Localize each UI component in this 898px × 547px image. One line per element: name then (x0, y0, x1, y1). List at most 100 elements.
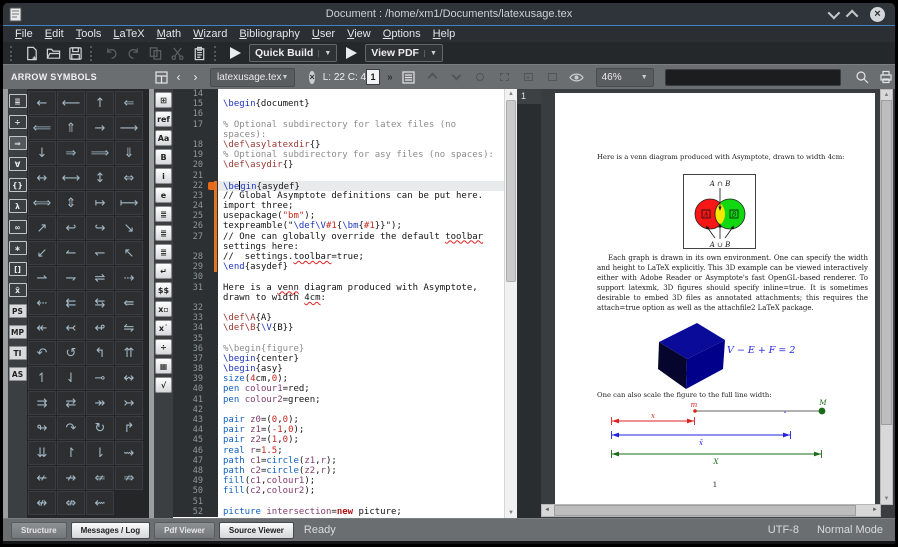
editor-line[interactable]: 33\def\A{A} (173, 313, 504, 323)
expand-pages-icon[interactable]: » (387, 72, 393, 83)
code-editor[interactable]: 1415\begin{document}1617% Optional subdi… (173, 89, 517, 518)
subscript-icon[interactable]: x▫ (155, 301, 172, 317)
arrow-symbol-button[interactable]: ⇁ (57, 266, 85, 290)
delimiters-icon[interactable]: {} (9, 178, 27, 192)
editor-line[interactable]: 45pair z2=(1,0); (173, 435, 504, 445)
open-file-icon[interactable] (43, 44, 63, 62)
editor-line[interactable]: 47path c1=circle(z1,r); (173, 456, 504, 466)
arrow-symbol-button[interactable]: ⇑ (57, 116, 85, 140)
scroll-down-icon[interactable]: ▼ (505, 508, 517, 518)
arrow-symbol-button[interactable]: ⇍ (86, 466, 114, 490)
redo-icon[interactable] (123, 44, 143, 62)
arrow-symbol-button[interactable]: ⇔ (115, 166, 143, 190)
editor-line[interactable]: 29\end{asydef} (173, 262, 504, 272)
editor-line[interactable]: 32 (173, 303, 504, 313)
pdf-page-list-item[interactable]: 1 (517, 89, 541, 104)
editor-line[interactable]: 15\begin{document} (173, 99, 504, 109)
pdf-hscrollbar-thumb[interactable] (554, 505, 856, 516)
pdf-viewer[interactable]: Here is a venn diagram produced with Asy… (541, 89, 895, 518)
arrow-symbol-button[interactable]: ⇢ (115, 266, 143, 290)
arrow-symbol-button[interactable]: ↺ (57, 341, 85, 365)
arrow-symbol-button[interactable]: ↱ (115, 416, 143, 440)
scroll-left-icon[interactable]: ◄ (542, 505, 552, 516)
editor-line[interactable]: 28// settings.toolbar=true; (173, 252, 504, 262)
arrow-symbol-button[interactable]: ⟺ (28, 191, 56, 215)
scroll-down-icon[interactable]: ▼ (881, 494, 892, 504)
quick-build-select[interactable]: Quick Build▼ (249, 44, 337, 62)
view-pdf-select[interactable]: View PDF▼ (365, 44, 443, 62)
editor-line[interactable]: 27// One can globally override the defau… (173, 232, 504, 242)
editor-line[interactable]: 21 (173, 171, 504, 181)
open-documents-select[interactable]: latexusage.tex▼ (210, 68, 295, 87)
copy-icon[interactable] (145, 44, 165, 62)
arrow-symbol-button[interactable]: ⇕ (57, 191, 85, 215)
menu-bibliography[interactable]: Bibliography (233, 28, 306, 40)
pdf-page-list[interactable]: 1 (517, 89, 541, 518)
arrow-symbol-button[interactable]: ↬ (28, 416, 56, 440)
align-center-icon[interactable]: ≣ (155, 225, 172, 241)
tikz-icon[interactable]: TI (9, 346, 27, 360)
arrow-symbol-button[interactable]: ⇌ (86, 266, 114, 290)
paste-icon[interactable] (189, 44, 209, 62)
arrow-symbol-button[interactable]: ⟹ (86, 141, 114, 165)
arrow-symbol-button[interactable]: ⇏ (115, 466, 143, 490)
editor-line[interactable]: 17% Optional subdirectory for latex file… (173, 120, 504, 130)
zoom-in-icon[interactable]: + (520, 69, 537, 86)
misc-math-symbols-icon[interactable]: ∀ (9, 157, 27, 171)
statusbar-tab-structure[interactable]: Structure (11, 522, 67, 539)
editor-line[interactable]: 42 (173, 405, 504, 415)
arrow-symbol-button[interactable]: ⇃ (57, 366, 85, 390)
pstricks-icon[interactable]: PS (9, 304, 27, 318)
editor-line[interactable]: 44pair z1=(-1,0); (173, 425, 504, 435)
menu-user[interactable]: User (306, 28, 341, 40)
arrow-symbol-button[interactable]: ⇒ (57, 141, 85, 165)
editor-line[interactable]: 39size(4cm,0); (173, 374, 504, 384)
arrow-symbol-button[interactable]: ⇇ (57, 291, 85, 315)
menu-latex[interactable]: LaTeX (107, 28, 150, 40)
save-icon[interactable] (65, 44, 85, 62)
metapost-icon[interactable]: MP (9, 325, 27, 339)
editor-line[interactable]: 24import three; (173, 201, 504, 211)
arrow-symbol-button[interactable]: ↷ (57, 416, 85, 440)
editor-line[interactable]: 41pen colour2=green; (173, 395, 504, 405)
arrow-symbol-button[interactable]: ⇉ (28, 391, 56, 415)
arrow-symbol-button[interactable]: ⇐ (115, 91, 143, 115)
italic-icon[interactable]: i (155, 168, 172, 184)
arrow-symbol-button[interactable]: ⟶ (115, 116, 143, 140)
arrow-symbol-button[interactable]: ⇋ (115, 316, 143, 340)
previous-page-icon[interactable] (424, 69, 441, 86)
scroll-up-icon[interactable]: ▲ (881, 90, 892, 100)
symbol-grid-icon[interactable] (153, 69, 170, 86)
arrow-symbol-button[interactable]: ⇚ (115, 291, 143, 315)
arrow-symbol-button[interactable]: ↼ (57, 241, 85, 265)
pdf-structure-icon[interactable] (400, 69, 417, 86)
user-tags-icon[interactable]: [] (9, 262, 27, 276)
superscript-icon[interactable]: x˙ (155, 320, 172, 336)
arrow-symbol-button[interactable]: ⇄ (57, 391, 85, 415)
maximize-icon[interactable] (846, 9, 859, 22)
arrow-symbol-button[interactable]: ↙ (28, 241, 56, 265)
arrow-symbol-button[interactable]: ↞ (28, 316, 56, 340)
arrow-symbol-button[interactable]: ⇀ (28, 266, 56, 290)
arrow-symbol-button[interactable]: ↘ (115, 216, 143, 240)
run-quick-build-icon[interactable] (225, 44, 245, 62)
arrow-symbol-button[interactable]: ⊸ (86, 366, 114, 390)
editor-line[interactable]: 36%\begin{figure} (173, 344, 504, 354)
structure-panel-icon[interactable]: ≣ (9, 94, 27, 108)
emphasis-icon[interactable]: e (155, 187, 172, 203)
relation-symbols-icon[interactable]: ÷ (9, 115, 27, 129)
greek-letters-icon[interactable]: λ (9, 199, 27, 213)
arrow-symbols-icon[interactable]: ⇒ (9, 136, 27, 150)
arrow-symbol-button[interactable]: ⇂ (86, 441, 114, 465)
arrow-symbol-button[interactable]: ⇜ (86, 491, 114, 515)
editor-line[interactable]: 49fill(c1,colour1); (173, 476, 504, 486)
statusbar-tab-pdf-viewer[interactable]: Pdf Viewer (154, 522, 215, 539)
matrix-icon[interactable]: ▦ (155, 358, 172, 374)
previous-document-icon[interactable]: ‹ (170, 69, 187, 86)
editor-line[interactable]: 34\def\B{\V{B}} (173, 323, 504, 333)
user-symbols-icon[interactable]: x̄ (9, 283, 27, 297)
editor-line[interactable]: 46real r=1.5; (173, 446, 504, 456)
next-page-icon[interactable] (448, 69, 465, 86)
align-left-icon[interactable]: ≣ (155, 206, 172, 222)
arrow-symbol-button[interactable]: ↩ (57, 216, 85, 240)
